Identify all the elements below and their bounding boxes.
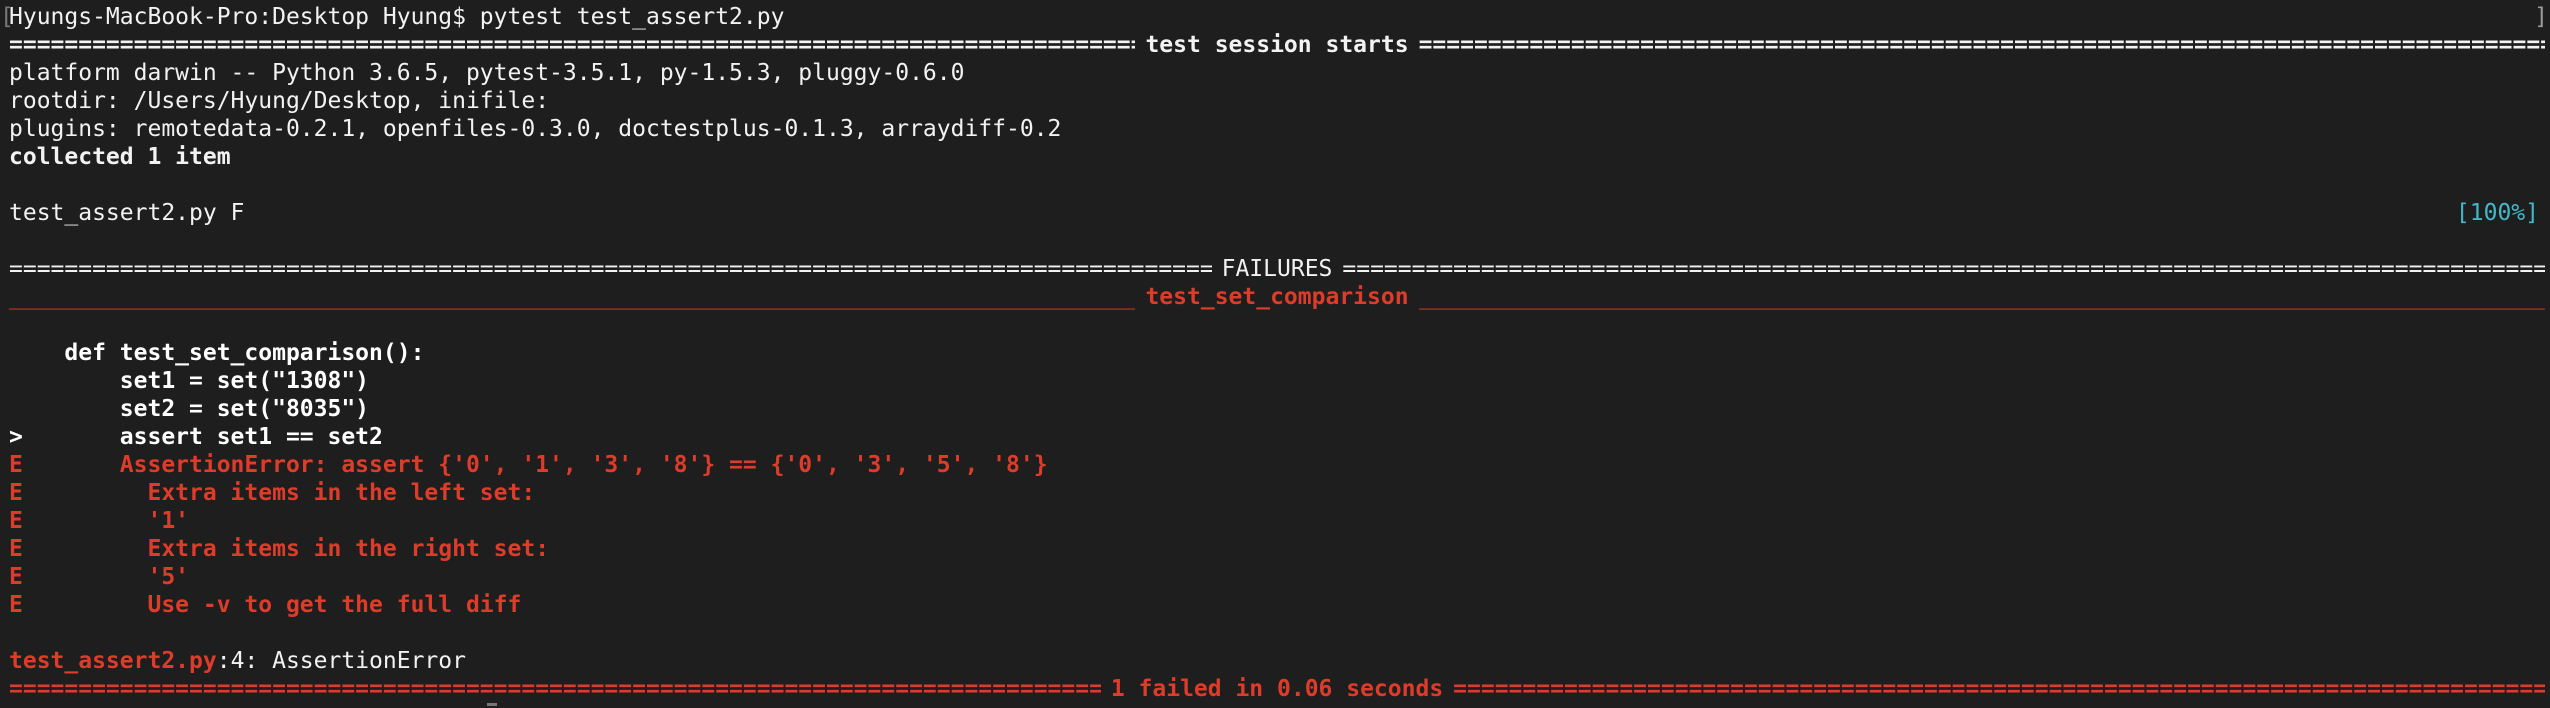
code-line: set1 = set("1308") — [9, 368, 370, 394]
error-location-file: test_assert2.py — [9, 648, 217, 674]
code-line: def test_set_comparison(): — [9, 340, 425, 366]
failed-test-name: test_set_comparison — [1145, 284, 1409, 310]
test-result-row: test_assert2.py F [100%] — [9, 199, 2545, 227]
session-separator: ========================================… — [9, 31, 2545, 59]
rootdir-info: rootdir: /Users/Hyung/Desktop, inifile: — [9, 88, 550, 114]
code-line-failing: > assert set1 == set2 — [9, 424, 383, 450]
error-line: E '1' — [9, 508, 190, 534]
separator-right: ========================================… — [1453, 676, 2545, 702]
error-line: E AssertionError: assert {'0', '1', '3',… — [9, 452, 1048, 478]
summary-separator: ========================================… — [9, 675, 2545, 703]
command-prompt[interactable]: Hyungs-MacBook-Pro:Desktop Hyung$ pytest… — [9, 3, 2545, 31]
error-line: E Use -v to get the full diff — [9, 592, 522, 618]
code-line: set2 = set("8035") — [9, 396, 370, 422]
terminal-window[interactable]: { "prompt_line": "Hyungs-MacBook-Pro:Des… — [0, 0, 2550, 708]
failures-separator: ========================================… — [9, 255, 2545, 283]
separator-right: ========================================… — [1418, 32, 2545, 58]
separator-left: ========================================… — [9, 32, 1135, 58]
error-location-detail: :4: AssertionError — [216, 648, 466, 674]
text-cursor — [487, 703, 497, 706]
platform-info: platform darwin -- Python 3.6.5, pytest-… — [9, 60, 965, 86]
error-line: E '5' — [9, 564, 190, 590]
summary-text: 1 failed in 0.06 seconds — [1110, 676, 1444, 702]
test-file-result: test_assert2.py F — [9, 200, 245, 226]
separator-left: ========================================… — [9, 256, 1212, 282]
separator-right: ________________________________________… — [1418, 284, 2545, 310]
plugins-info: plugins: remotedata-0.2.1, openfiles-0.3… — [9, 116, 1062, 142]
terminal-output: Hyungs-MacBook-Pro:Desktop Hyung$ pytest… — [9, 3, 2545, 703]
test-name-separator: ________________________________________… — [9, 283, 2545, 311]
failures-title: FAILURES — [1221, 256, 1333, 282]
error-line: E Extra items in the left set: — [9, 480, 536, 506]
separator-left: ________________________________________… — [9, 284, 1135, 310]
separator-left: ========================================… — [9, 676, 1101, 702]
error-line: E Extra items in the right set: — [9, 536, 550, 562]
collected-info: collected 1 item — [9, 144, 231, 170]
error-location: test_assert2.py:4: AssertionError — [9, 647, 2545, 675]
session-title: test session starts — [1145, 32, 1409, 58]
separator-right: ========================================… — [1342, 256, 2545, 282]
progress-percent: [100%] — [2455, 200, 2539, 226]
